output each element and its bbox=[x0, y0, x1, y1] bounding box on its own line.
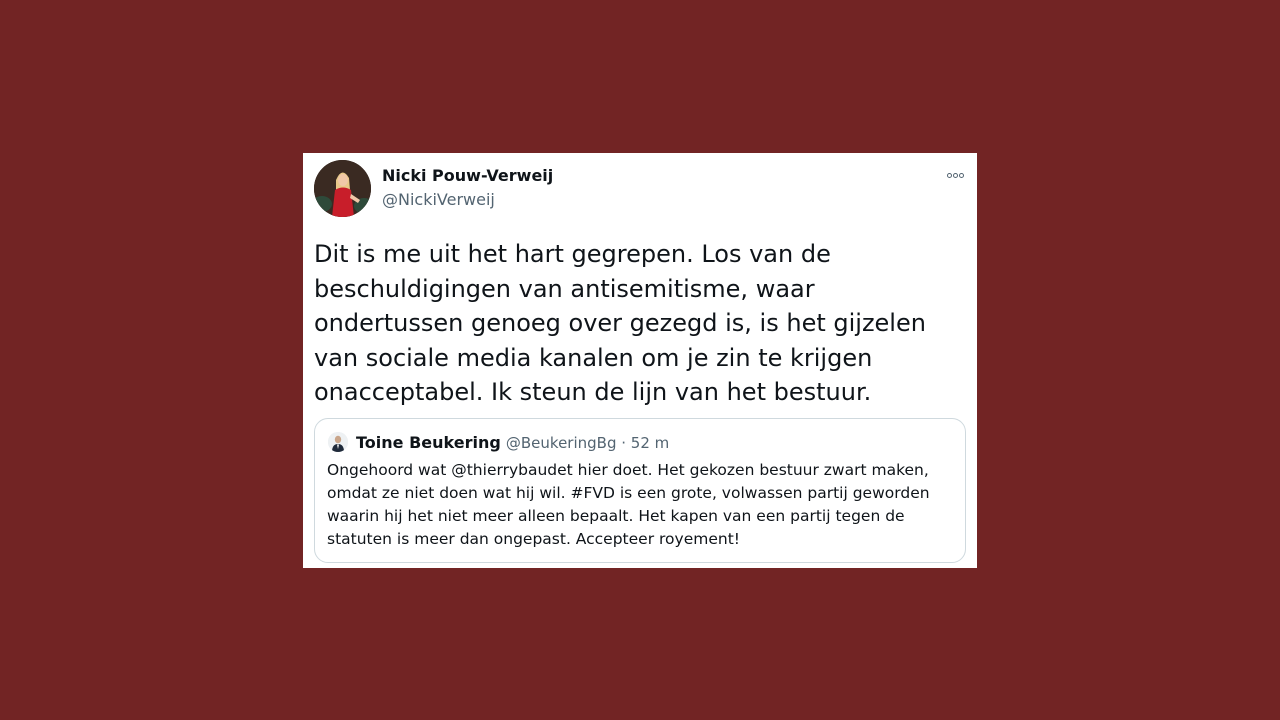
more-horizontal-icon bbox=[958, 172, 964, 178]
quoted-tweet-time[interactable]: 52 m bbox=[631, 434, 669, 452]
author-handle[interactable]: @NickiVerweij bbox=[382, 190, 495, 209]
page-background: Nicki Pouw-Verweij @NickiVerweij Dit is … bbox=[0, 0, 1280, 720]
author-name[interactable]: Nicki Pouw-Verweij bbox=[382, 166, 553, 185]
quoted-tweet-card[interactable]: Toine Beukering @BeukeringBg · 52 m Onge… bbox=[314, 418, 966, 563]
tweet-card[interactable]: Nicki Pouw-Verweij @NickiVerweij Dit is … bbox=[303, 153, 977, 568]
more-horizontal-icon bbox=[946, 172, 952, 178]
quoted-meta-separator: · bbox=[616, 434, 631, 452]
author-avatar[interactable] bbox=[314, 160, 371, 217]
quoted-author-name[interactable]: Toine Beukering bbox=[356, 433, 501, 452]
quoted-tweet-text: Ongehoord wat @thierrybaudet hier doet. … bbox=[327, 461, 930, 548]
quoted-author-avatar-image bbox=[328, 432, 348, 452]
tweet-text: Dit is me uit het hart gegrepen. Los van… bbox=[314, 240, 926, 406]
quoted-tweet-header: Toine Beukering @BeukeringBg · 52 m bbox=[356, 433, 669, 452]
more-options-button[interactable] bbox=[939, 165, 971, 185]
more-horizontal-icon bbox=[952, 172, 958, 178]
quoted-author-avatar[interactable] bbox=[328, 432, 348, 452]
quoted-author-handle[interactable]: @BeukeringBg bbox=[506, 434, 617, 452]
author-avatar-image bbox=[314, 160, 371, 217]
